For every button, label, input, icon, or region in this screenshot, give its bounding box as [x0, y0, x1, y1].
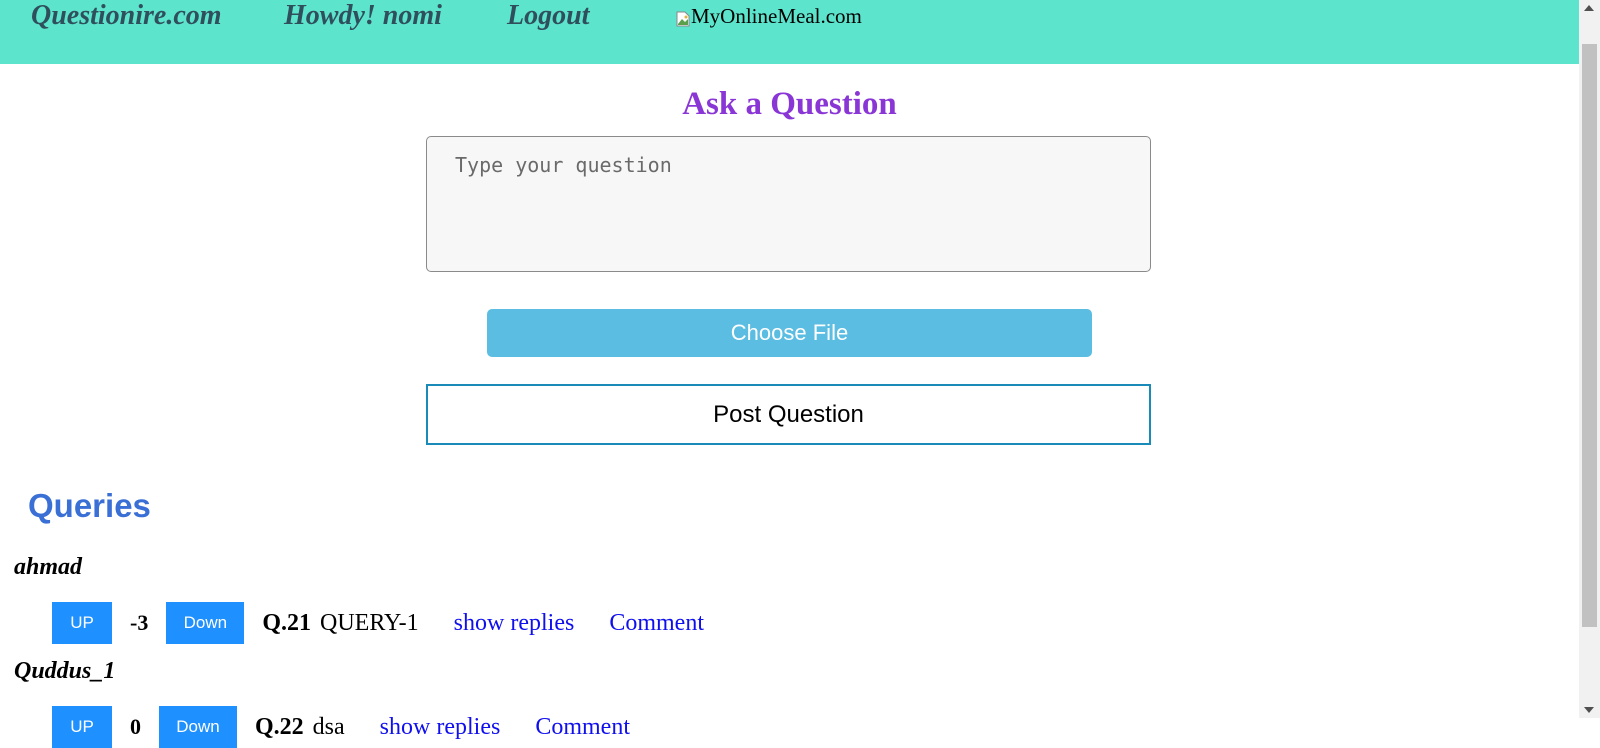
scrollbar-thumb[interactable]: [1582, 44, 1597, 627]
downvote-button[interactable]: Down: [166, 602, 245, 644]
scroll-up-icon[interactable]: [1584, 5, 1594, 11]
site-name-link[interactable]: Questionire.com: [31, 0, 222, 32]
downvote-button[interactable]: Down: [159, 706, 237, 748]
query-text: QUERY-1: [320, 609, 419, 636]
vote-score: -3: [130, 610, 149, 635]
page-scrollbar[interactable]: [1579, 0, 1600, 718]
query-row: UP 0 Down Q.22 dsa show replies Comment: [52, 706, 630, 748]
choose-file-button[interactable]: Choose File: [487, 309, 1092, 357]
query-row: UP -3 Down Q.21 QUERY-1 show replies Com…: [52, 602, 704, 644]
scroll-down-icon[interactable]: [1584, 707, 1594, 713]
greeting-link[interactable]: Howdy! nomi: [284, 0, 442, 32]
upvote-button[interactable]: UP: [52, 706, 112, 748]
logo-alt-text: MyOnlineMeal.com: [691, 4, 862, 28]
query-author: ahmad: [14, 554, 83, 580]
top-nav-bar: Questionire.com Howdy! nomi Logout MyOnl…: [0, 0, 1579, 64]
question-input[interactable]: [426, 136, 1151, 272]
logout-link[interactable]: Logout: [507, 0, 589, 32]
post-question-button[interactable]: Post Question: [426, 384, 1151, 445]
site-logo[interactable]: MyOnlineMeal.com: [676, 4, 862, 28]
broken-image-icon: [676, 8, 690, 27]
ask-question-title: Ask a Question: [682, 86, 897, 122]
queries-heading: Queries: [28, 487, 151, 524]
upvote-button[interactable]: UP: [52, 602, 112, 644]
query-number: Q.21: [262, 609, 311, 636]
query-author: Quddus_1: [14, 658, 116, 684]
show-replies-link[interactable]: show replies: [454, 610, 575, 637]
comment-link[interactable]: Comment: [609, 610, 704, 637]
